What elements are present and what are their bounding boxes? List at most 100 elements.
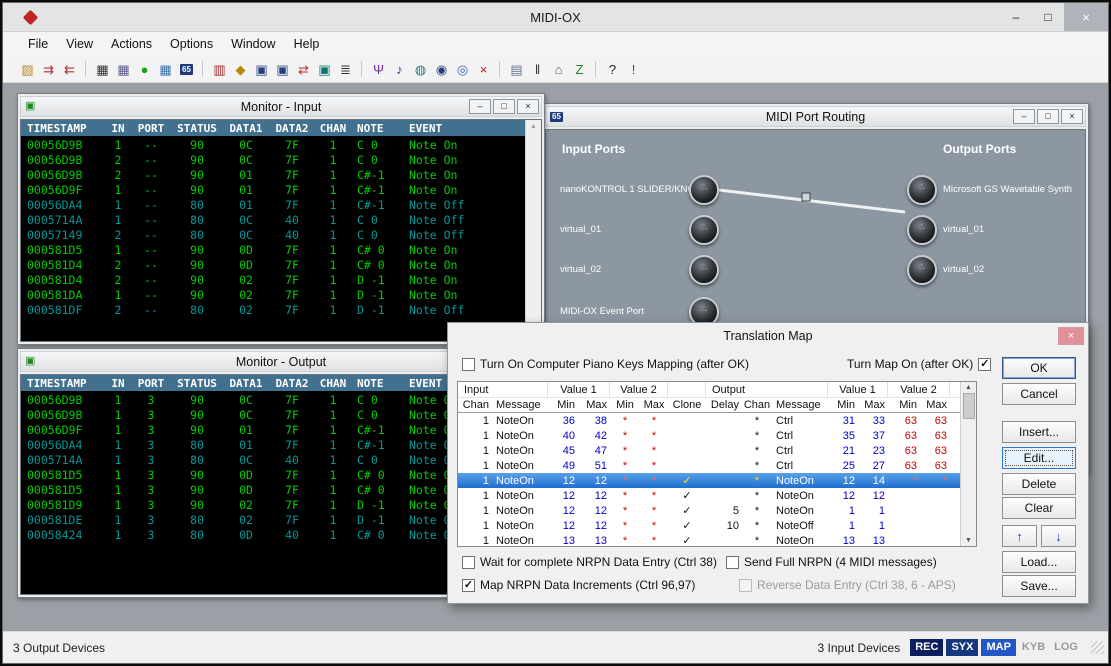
insert-button[interactable]: Insert... [1002, 421, 1076, 443]
data-globe-icon[interactable]: ◎ [452, 59, 473, 80]
scroll-up-icon[interactable]: ▲ [530, 123, 537, 130]
status-indicator-kyb[interactable]: KYB [1019, 639, 1048, 656]
menu-actions[interactable]: Actions [102, 32, 161, 56]
midi-event-row[interactable]: 000581D42--90027F1D -1Note On [21, 272, 525, 287]
scroll-down-icon[interactable]: ▼ [965, 537, 972, 544]
translation-map-row[interactable]: 1NoteOn1212**✓5*NoteOn11 [458, 503, 960, 518]
midi-event-row[interactable]: 000581DA1--90027F1D -1Note On [21, 287, 525, 302]
translation-map-row[interactable]: 1NoteOn1212**✓*NoteOn1214** [458, 473, 960, 488]
turn-map-on-checkbox[interactable]: ✓ [978, 358, 991, 371]
routing-minimize-button[interactable]: – [1013, 109, 1035, 124]
title-bar[interactable]: MIDI-OX – □ × [3, 3, 1108, 32]
routing-maximize-button[interactable]: □ [1037, 109, 1059, 124]
play-indicator-icon[interactable]: ● [134, 59, 155, 80]
routing-close-button[interactable]: × [1061, 109, 1083, 124]
midi-connector-icon[interactable] [689, 255, 719, 285]
translation-close-button[interactable]: × [1058, 327, 1084, 345]
translation-map-row[interactable]: 1NoteOn1313**✓*NoteOn1313 [458, 533, 960, 546]
world-ports-icon[interactable]: ◍ [410, 59, 431, 80]
checkbox[interactable] [462, 556, 475, 569]
monitor-input-scrollbar[interactable]: ▲ ▼ [525, 120, 541, 341]
instrument-icon[interactable]: ⌂ [548, 59, 569, 80]
edit-tool-icon[interactable]: ◆ [230, 59, 251, 80]
piano-keyboard-icon[interactable]: ▦ [92, 59, 113, 80]
receive-midi-file-icon[interactable]: ⇇ [59, 59, 80, 80]
actions-icon[interactable]: Z [569, 59, 590, 80]
midi-event-row[interactable]: 0005714A1--800C401C 0Note Off [21, 212, 525, 227]
midi-event-row[interactable]: 00056DA41--80017F1C#-1Note Off [21, 197, 525, 212]
translation-map-row[interactable]: 1NoteOn1212**✓*NoteOn1212 [458, 488, 960, 503]
scope-display-icon[interactable]: ▣ [314, 59, 335, 80]
move-up-button[interactable]: ↑ [1002, 525, 1037, 547]
bank-select-icon[interactable]: 65 [176, 59, 197, 80]
checkbox[interactable]: ✓ [462, 579, 475, 592]
sysex-icon[interactable]: ◉ [431, 59, 452, 80]
abort-icon[interactable]: × [473, 59, 494, 80]
status-indicator-map[interactable]: MAP [981, 639, 1015, 656]
monitor-input-close-button[interactable]: × [517, 99, 539, 114]
midi-connector-icon[interactable] [907, 255, 937, 285]
monitor-output-icon[interactable]: ▣ [272, 59, 293, 80]
translation-map-row[interactable]: 1NoteOn4042***Ctrl35376363 [458, 428, 960, 443]
tuner-icon[interactable]: Ψ [368, 59, 389, 80]
midi-event-row[interactable]: 000581D51--900D7F1C# 0Note On [21, 242, 525, 257]
cancel-button[interactable]: Cancel [1002, 383, 1076, 405]
midi-event-row[interactable]: 00056D9F1--90017F1C#-1Note On [21, 182, 525, 197]
send-midi-file-icon[interactable]: ⇉ [38, 59, 59, 80]
translation-table-scrollbar[interactable]: ▲ ▼ [960, 382, 976, 546]
menu-help[interactable]: Help [285, 32, 329, 56]
pause-icon[interactable]: ‖ [527, 59, 548, 80]
status-indicator-log[interactable]: LOG [1051, 639, 1081, 656]
move-down-button[interactable]: ↓ [1041, 525, 1076, 547]
scroll-up-icon[interactable]: ▲ [965, 384, 972, 391]
delete-button[interactable]: Delete [1002, 473, 1076, 495]
midi-connector-icon[interactable] [907, 175, 937, 205]
translation-map-row[interactable]: 1NoteOn3638***Ctrl31336363 [458, 413, 960, 428]
status-indicator-syx[interactable]: SYX [946, 639, 978, 656]
midi-event-row[interactable]: 000581D42--900D7F1C# 0Note On [21, 257, 525, 272]
midi-event-row[interactable]: 00056D9B2--90017F1C#-1Note On [21, 167, 525, 182]
monitor-input-maximize-button[interactable]: □ [493, 99, 515, 114]
translation-map-row[interactable]: 1NoteOn4951***Ctrl25276363 [458, 458, 960, 473]
ok-button[interactable]: OK [1002, 357, 1076, 379]
checkbox[interactable] [726, 556, 739, 569]
key-list-icon[interactable]: ≣ [335, 59, 356, 80]
about-icon[interactable]: ! [623, 59, 644, 80]
midi-event-row[interactable]: 000571492--800C401C 0Note Off [21, 227, 525, 242]
status-indicator-rec[interactable]: REC [910, 639, 943, 656]
menu-window[interactable]: Window [222, 32, 284, 56]
piano-keys-mapping-checkbox[interactable] [462, 358, 475, 371]
routing-title-bar[interactable]: 65 MIDI Port Routing – □ × [545, 106, 1086, 127]
menu-view[interactable]: View [57, 32, 102, 56]
save-button[interactable]: Save... [1002, 575, 1076, 597]
midi-event-row[interactable]: 000581DF2--80027F1D -1Note Off [21, 302, 525, 317]
monitor-input-title-bar[interactable]: ▣ Monitor - Input – □ × [20, 96, 542, 117]
event-grid-icon[interactable]: ▦ [155, 59, 176, 80]
load-button[interactable]: Load... [1002, 551, 1076, 573]
checkbox[interactable] [739, 579, 752, 592]
open-file-icon[interactable]: ▨ [17, 59, 38, 80]
patch-map-icon[interactable]: ▥ [209, 59, 230, 80]
note-mapper-icon[interactable]: ♪ [389, 59, 410, 80]
close-button[interactable]: × [1064, 3, 1108, 31]
menu-options[interactable]: Options [161, 32, 222, 56]
menu-file[interactable]: File [19, 32, 57, 56]
minimize-button[interactable]: – [1000, 3, 1032, 31]
monitor-input-icon[interactable]: ▣ [251, 59, 272, 80]
midi-connector-icon[interactable] [689, 175, 719, 205]
midi-connector-icon[interactable] [907, 215, 937, 245]
translation-map-row[interactable]: 1NoteOn1212**✓10*NoteOff11 [458, 518, 960, 533]
maximize-button[interactable]: □ [1032, 3, 1064, 31]
midi-connector-icon[interactable] [689, 215, 719, 245]
translation-title-bar[interactable]: Translation Map × [448, 323, 1088, 349]
edit-button[interactable]: Edit... [1002, 447, 1076, 469]
clear-button[interactable]: Clear [1002, 497, 1076, 519]
port-routing-icon[interactable]: ⇄ [293, 59, 314, 80]
keyboard-map-icon[interactable]: ▦ [113, 59, 134, 80]
monitor-input-minimize-button[interactable]: – [469, 99, 491, 114]
copy-icon[interactable]: ▤ [506, 59, 527, 80]
midi-event-row[interactable]: 00056D9B2--900C7F1C 0Note On [21, 152, 525, 167]
midi-event-row[interactable]: 00056D9B1--900C7F1C 0Note On [21, 137, 525, 152]
translation-map-row[interactable]: 1NoteOn4547***Ctrl21236363 [458, 443, 960, 458]
help-icon[interactable]: ? [602, 59, 623, 80]
